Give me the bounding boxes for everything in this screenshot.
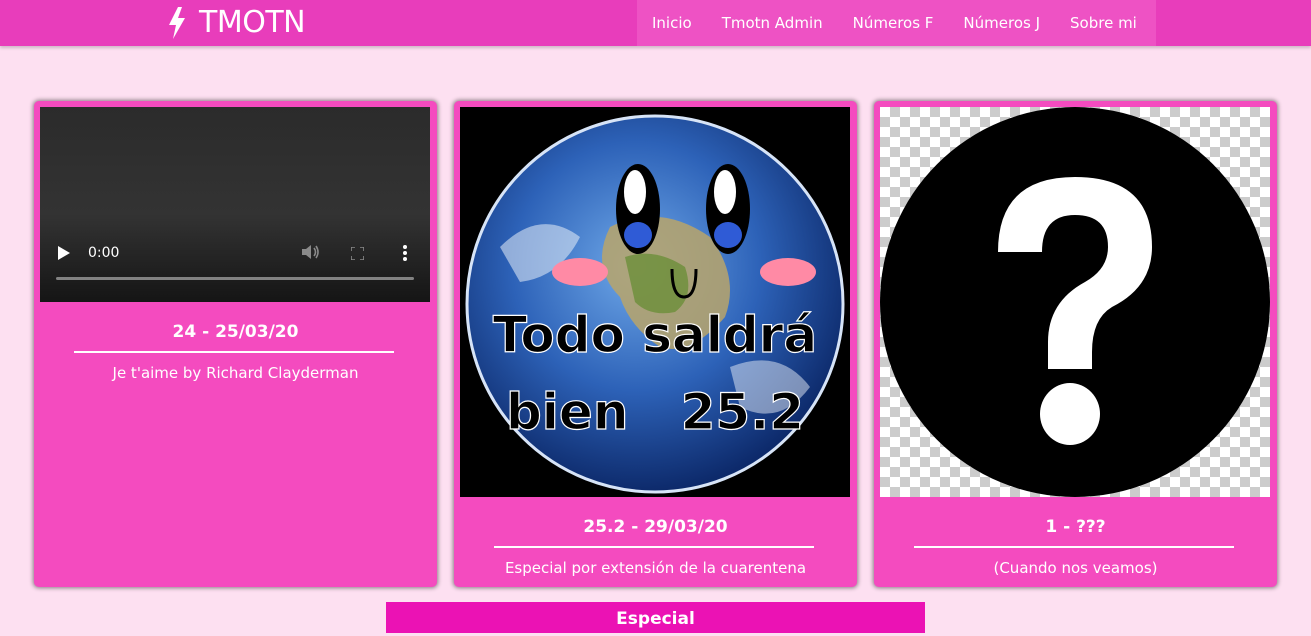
bolt-icon — [169, 7, 185, 39]
nav-link-tmotn-admin[interactable]: Tmotn Admin — [722, 14, 823, 32]
more-options-icon[interactable] — [402, 244, 408, 262]
question-mark-icon — [880, 107, 1270, 497]
episode-card-earth: Todo saldrá bien 25.2 25.2 - 29/03/20 Es… — [454, 101, 857, 587]
nav-link-numeros-j[interactable]: Números J — [963, 14, 1040, 32]
nav-menu: Inicio Tmotn Admin Números F Números J S… — [637, 0, 1156, 46]
card-divider — [914, 546, 1234, 548]
nav-link-inicio[interactable]: Inicio — [652, 14, 692, 32]
earth-image: Todo saldrá bien 25.2 — [460, 107, 850, 497]
video-time: 0:00 — [88, 245, 120, 261]
image-caption-line-1: Todo saldrá — [493, 306, 817, 364]
card-title: 1 - ??? — [1045, 517, 1106, 537]
card-divider — [494, 546, 814, 548]
video-player[interactable]: 0:00 — [40, 107, 430, 302]
card-divider — [74, 351, 394, 353]
nav-link-sobre-mi[interactable]: Sobre mi — [1070, 14, 1137, 32]
image-caption-line-2: bien 25.2 — [506, 383, 804, 441]
episode-card-unknown: 1 - ??? (Cuando nos veamos) — [874, 101, 1277, 587]
nav-link-numeros-f[interactable]: Números F — [853, 14, 934, 32]
navbar: TMOTN Inicio Tmotn Admin Números F Númer… — [0, 0, 1311, 46]
card-description: Especial por extensión de la cuarentena — [504, 559, 807, 577]
fullscreen-icon[interactable] — [351, 247, 364, 260]
volume-icon[interactable] — [302, 244, 320, 260]
brand-link[interactable]: TMOTN — [167, 3, 306, 43]
brand-name: TMOTN — [199, 5, 306, 40]
card-description: (Cuando nos veamos) — [993, 559, 1158, 577]
play-icon[interactable] — [58, 246, 70, 260]
question-mark-image — [880, 107, 1270, 497]
episode-card-video: 0:00 24 - 25/03/20 Je t'aime by Richard … — [34, 101, 437, 587]
card-title: 24 - 25/03/20 — [172, 322, 299, 342]
card-description: Je t'aime by Richard Clayderman — [112, 364, 359, 382]
video-progress-track[interactable] — [56, 277, 414, 280]
section-heading-especial: Especial — [386, 602, 925, 633]
card-title: 25.2 - 29/03/20 — [583, 517, 728, 537]
